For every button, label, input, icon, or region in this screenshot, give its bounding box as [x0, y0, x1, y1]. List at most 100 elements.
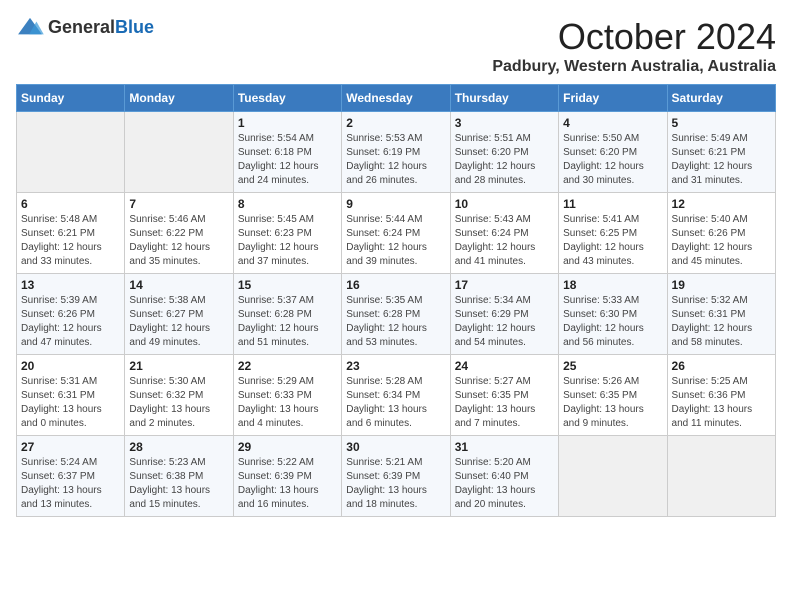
day-number: 28 — [129, 440, 228, 454]
day-number: 24 — [455, 359, 554, 373]
header-saturday: Saturday — [667, 85, 775, 112]
day-cell: 28Sunrise: 5:23 AMSunset: 6:38 PMDayligh… — [125, 436, 233, 517]
logo-icon — [16, 16, 44, 38]
day-cell: 11 Sunrise: 5:41 AMSunset: 6:25 PMDayligh… — [559, 193, 667, 274]
day-number: 19 — [672, 278, 771, 292]
logo-text-blue: Blue — [115, 17, 154, 37]
day-number: 10 — [455, 197, 554, 211]
day-info: Sunrise: 5:35 AMSunset: 6:28 PMDaylight:… — [346, 294, 445, 350]
day-cell: 8 Sunrise: 5:45 AMSunset: 6:23 PMDaylight… — [233, 193, 341, 274]
logo-text-general: General — [48, 17, 115, 37]
day-info: Sunrise: 5:27 AMSunset: 6:35 PMDaylight:… — [455, 375, 554, 431]
logo: GeneralBlue — [16, 16, 154, 38]
day-info: Sunrise: 5:46 AMSunset: 6:22 PMDaylight:… — [129, 213, 228, 269]
header-row: Sunday Monday Tuesday Wednesday Thursday… — [17, 85, 776, 112]
day-info: Sunrise: 5:40 AMSunset: 6:26 PMDaylight:… — [672, 213, 771, 269]
week-row-4: 20Sunrise: 5:31 AMSunset: 6:31 PMDayligh… — [17, 355, 776, 436]
day-number: 5 — [672, 116, 771, 130]
day-info: Sunrise: 5:45 AMSunset: 6:23 PMDaylight:… — [238, 213, 337, 269]
page-header: GeneralBlue October 2024 Padbury, Wester… — [16, 16, 776, 76]
day-info: Sunrise: 5:34 AMSunset: 6:29 PMDaylight:… — [455, 294, 554, 350]
day-info: Sunrise: 5:49 AMSunset: 6:21 PMDaylight:… — [672, 132, 771, 188]
day-number: 16 — [346, 278, 445, 292]
day-number: 23 — [346, 359, 445, 373]
day-cell: 2Sunrise: 5:53 AMSunset: 6:19 PMDaylight… — [342, 112, 450, 193]
day-cell: 29 Sunrise: 5:22 AMSunset: 6:39 PMDayligh… — [233, 436, 341, 517]
day-number: 20 — [21, 359, 120, 373]
day-number: 1 — [238, 116, 337, 130]
header-wednesday: Wednesday — [342, 85, 450, 112]
day-info: Sunrise: 5:24 AMSunset: 6:37 PMDaylight:… — [21, 456, 120, 512]
day-number: 9 — [346, 197, 445, 211]
day-info: Sunrise: 5:37 AMSunset: 6:28 PMDaylight:… — [238, 294, 337, 350]
day-cell: 6 Sunrise: 5:48 AMSunset: 6:21 PMDaylight… — [17, 193, 125, 274]
day-info: Sunrise: 5:33 AMSunset: 6:30 PMDaylight:… — [563, 294, 662, 350]
day-number: 11 — [563, 197, 662, 211]
day-info: Sunrise: 5:22 AMSunset: 6:39 PMDaylight:… — [238, 456, 337, 512]
month-title: October 2024 — [492, 16, 776, 58]
day-number: 30 — [346, 440, 445, 454]
day-info: Sunrise: 5:41 AMSunset: 6:25 PMDaylight:… — [563, 213, 662, 269]
day-cell: 3 Sunrise: 5:51 AMSunset: 6:20 PMDaylight… — [450, 112, 558, 193]
day-number: 31 — [455, 440, 554, 454]
day-cell: 21 Sunrise: 5:30 AMSunset: 6:32 PMDayligh… — [125, 355, 233, 436]
day-cell: 30 Sunrise: 5:21 AMSunset: 6:39 PMDayligh… — [342, 436, 450, 517]
day-cell: 18 Sunrise: 5:33 AMSunset: 6:30 PMDayligh… — [559, 274, 667, 355]
day-cell: 20Sunrise: 5:31 AMSunset: 6:31 PMDayligh… — [17, 355, 125, 436]
day-number: 3 — [455, 116, 554, 130]
day-info: Sunrise: 5:32 AMSunset: 6:31 PMDaylight:… — [672, 294, 771, 350]
header-friday: Friday — [559, 85, 667, 112]
day-info: Sunrise: 5:51 AMSunset: 6:20 PMDaylight:… — [455, 132, 554, 188]
day-number: 14 — [129, 278, 228, 292]
day-info: Sunrise: 5:26 AMSunset: 6:35 PMDaylight:… — [563, 375, 662, 431]
day-cell: 24 Sunrise: 5:27 AMSunset: 6:35 PMDayligh… — [450, 355, 558, 436]
day-cell: 16 Sunrise: 5:35 AMSunset: 6:28 PMDayligh… — [342, 274, 450, 355]
day-cell — [125, 112, 233, 193]
day-number: 17 — [455, 278, 554, 292]
header-tuesday: Tuesday — [233, 85, 341, 112]
day-cell: 19 Sunrise: 5:32 AMSunset: 6:31 PMDayligh… — [667, 274, 775, 355]
day-number: 18 — [563, 278, 662, 292]
day-number: 15 — [238, 278, 337, 292]
week-row-5: 27 Sunrise: 5:24 AMSunset: 6:37 PMDayligh… — [17, 436, 776, 517]
day-number: 27 — [21, 440, 120, 454]
day-cell: 1 Sunrise: 5:54 AMSunset: 6:18 PMDaylight… — [233, 112, 341, 193]
day-cell: 10 Sunrise: 5:43 AMSunset: 6:24 PMDayligh… — [450, 193, 558, 274]
day-cell: 4Sunrise: 5:50 AMSunset: 6:20 PMDaylight… — [559, 112, 667, 193]
day-cell: 22 Sunrise: 5:29 AMSunset: 6:33 PMDayligh… — [233, 355, 341, 436]
day-info: Sunrise: 5:43 AMSunset: 6:24 PMDaylight:… — [455, 213, 554, 269]
day-info: Sunrise: 5:30 AMSunset: 6:32 PMDaylight:… — [129, 375, 228, 431]
week-row-2: 6 Sunrise: 5:48 AMSunset: 6:21 PMDaylight… — [17, 193, 776, 274]
day-info: Sunrise: 5:21 AMSunset: 6:39 PMDaylight:… — [346, 456, 445, 512]
calendar-table: Sunday Monday Tuesday Wednesday Thursday… — [16, 84, 776, 517]
header-thursday: Thursday — [450, 85, 558, 112]
day-info: Sunrise: 5:20 AMSunset: 6:40 PMDaylight:… — [455, 456, 554, 512]
day-number: 6 — [21, 197, 120, 211]
day-info: Sunrise: 5:44 AMSunset: 6:24 PMDaylight:… — [346, 213, 445, 269]
day-number: 26 — [672, 359, 771, 373]
day-number: 22 — [238, 359, 337, 373]
day-number: 8 — [238, 197, 337, 211]
day-info: Sunrise: 5:54 AMSunset: 6:18 PMDaylight:… — [238, 132, 337, 188]
day-info: Sunrise: 5:48 AMSunset: 6:21 PMDaylight:… — [21, 213, 120, 269]
day-cell — [667, 436, 775, 517]
day-info: Sunrise: 5:38 AMSunset: 6:27 PMDaylight:… — [129, 294, 228, 350]
day-info: Sunrise: 5:50 AMSunset: 6:20 PMDaylight:… — [563, 132, 662, 188]
day-cell: 13Sunrise: 5:39 AMSunset: 6:26 PMDayligh… — [17, 274, 125, 355]
day-number: 13 — [21, 278, 120, 292]
day-cell: 26Sunrise: 5:25 AMSunset: 6:36 PMDayligh… — [667, 355, 775, 436]
day-cell: 14 Sunrise: 5:38 AMSunset: 6:27 PMDayligh… — [125, 274, 233, 355]
day-number: 2 — [346, 116, 445, 130]
header-sunday: Sunday — [17, 85, 125, 112]
day-cell: 9 Sunrise: 5:44 AMSunset: 6:24 PMDaylight… — [342, 193, 450, 274]
day-cell: 7 Sunrise: 5:46 AMSunset: 6:22 PMDaylight… — [125, 193, 233, 274]
day-cell — [559, 436, 667, 517]
day-number: 21 — [129, 359, 228, 373]
day-number: 7 — [129, 197, 228, 211]
day-info: Sunrise: 5:29 AMSunset: 6:33 PMDaylight:… — [238, 375, 337, 431]
week-row-3: 13Sunrise: 5:39 AMSunset: 6:26 PMDayligh… — [17, 274, 776, 355]
day-cell — [17, 112, 125, 193]
day-cell: 5 Sunrise: 5:49 AMSunset: 6:21 PMDaylight… — [667, 112, 775, 193]
day-number: 29 — [238, 440, 337, 454]
day-cell: 23Sunrise: 5:28 AMSunset: 6:34 PMDayligh… — [342, 355, 450, 436]
